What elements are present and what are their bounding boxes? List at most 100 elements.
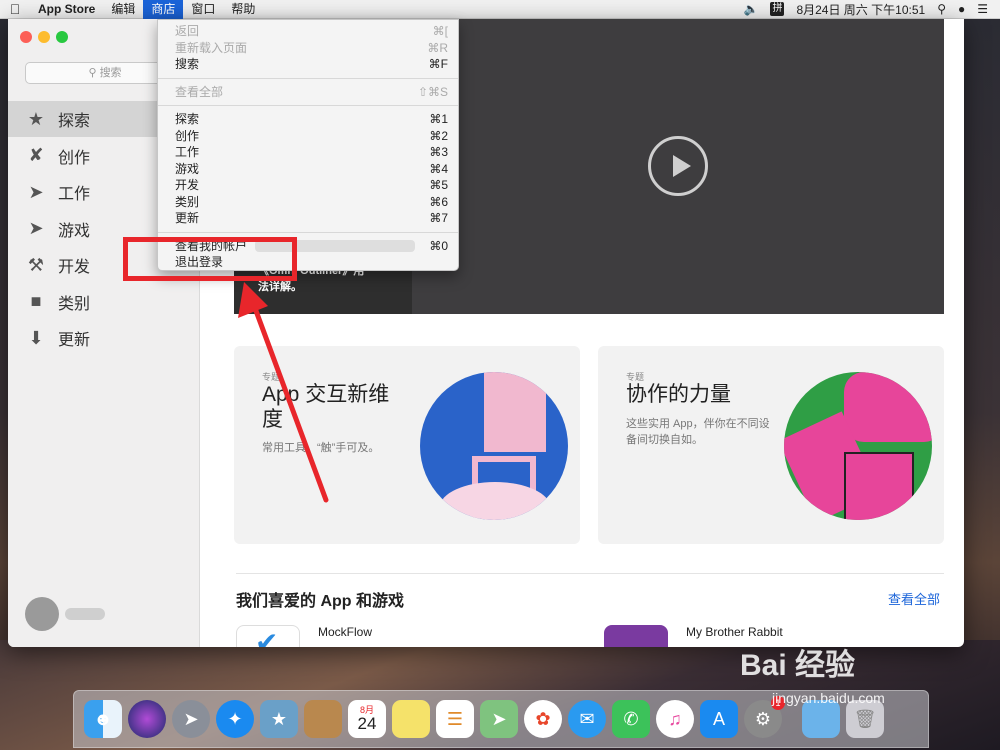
menu-item-categories[interactable]: 类别 ⌘6 — [158, 194, 458, 211]
stack-icon: ■ — [30, 291, 42, 311]
menu-item-label: 返回 — [175, 24, 200, 38]
card-title: 协作的力量 — [626, 383, 731, 406]
hero-text-line: 法详解。 — [258, 281, 302, 293]
itunes-icon[interactable]: ♫ — [656, 700, 694, 738]
menu-item-back[interactable]: 返回 ⌘[ — [158, 23, 458, 40]
see-all-link[interactable]: 查看全部 — [888, 589, 940, 608]
account-name-blurred — [65, 608, 105, 620]
menu-item-shortcut: ⌘5 — [429, 178, 448, 192]
input-method-icon[interactable]: 拼 — [770, 2, 785, 16]
feature-card-touch[interactable]: 专题 App 交互新维度 常用工具，“触”手可及。 — [234, 346, 580, 544]
sidebar-item-categories[interactable]: ■ 类别 — [8, 284, 200, 320]
calendar-icon[interactable]: 8月 24 — [348, 700, 386, 738]
sidebar-item-label: 开发 — [58, 259, 91, 276]
sidebar-item-label: 工作 — [58, 186, 91, 203]
menu-item-explore[interactable]: 探索 ⌘1 — [158, 111, 458, 128]
clock[interactable]: 8月24日 周六 下午10:51 — [796, 1, 925, 18]
account-profile[interactable] — [25, 597, 105, 631]
download-icon: ⬇ — [28, 327, 44, 348]
sidebar-item-label: 探索 — [58, 113, 91, 130]
menu-store[interactable]: 商店 — [143, 0, 184, 19]
menu-item-develop[interactable]: 开发 ⌘5 — [158, 177, 458, 194]
preview-icon[interactable]: ★ — [260, 700, 298, 738]
menu-item-shortcut: ⌘3 — [429, 145, 448, 159]
menu-item-label: 工作 — [175, 145, 200, 159]
feature-card-collaboration[interactable]: 专题 协作的力量 这些实用 App，伴你在不同设备间切换自如。 — [598, 346, 944, 544]
menu-item-label: 类别 — [175, 194, 200, 209]
notes-book-icon[interactable] — [304, 700, 342, 738]
card-subtitle: 常用工具，“触”手可及。 — [262, 442, 380, 454]
siri-icon[interactable] — [128, 700, 166, 738]
menu-item-label: 搜索 — [175, 57, 200, 71]
menu-bar:  App Store 编辑 商店 窗口 帮助 🔈 拼 8月24日 周六 下午1… — [0, 0, 1000, 19]
stickies-icon[interactable] — [392, 700, 430, 738]
menu-item-shortcut: ⌘R — [427, 40, 448, 55]
user-icon[interactable]: ● — [958, 2, 965, 16]
menu-item-shortcut: ⌘4 — [429, 161, 448, 176]
menu-item-shortcut: ⌘0 — [429, 238, 448, 253]
spotlight-icon[interactable]: ⚲ — [937, 2, 946, 16]
menu-item-shortcut: ⇧⌘S — [417, 84, 448, 99]
menu-extras: 🔈 拼 8月24日 周六 下午10:51 ⚲ ● ☰ — [744, 1, 1000, 18]
maps-icon[interactable]: ➤ — [480, 700, 518, 738]
app-name: MockFlow — [318, 625, 373, 639]
card-title: App 交互新维度 — [262, 383, 390, 431]
appstore-icon[interactable]: A — [700, 700, 738, 738]
menu-item-updates[interactable]: 更新 ⌘7 — [158, 210, 458, 227]
app-list-item[interactable]: ✔ MockFlow — [236, 625, 372, 647]
play-icon[interactable] — [648, 136, 708, 196]
menu-separator — [158, 77, 458, 79]
window-controls — [20, 31, 68, 43]
avatar[interactable] — [25, 597, 59, 631]
menu-item-label: 重新载入页面 — [175, 40, 248, 55]
notification-center-icon[interactable]: ☰ — [977, 2, 988, 16]
card-subtitle: 这些实用 App，伴你在不同设备间切换自如。 — [626, 418, 770, 446]
menu-item-search[interactable]: 搜索 ⌘F — [158, 56, 458, 73]
menu-item-shortcut: ⌘6 — [429, 194, 448, 209]
app-store-window: ⚲ 搜索 ★ 探索 ✘ 创作 ➤ 工作 ➤ 游戏 ⚒ 开发 ■ 类别 ⬇ 更新 … — [8, 19, 964, 647]
menu-separator — [158, 231, 458, 233]
menu-help[interactable]: 帮助 — [223, 0, 263, 19]
menu-item-see-all[interactable]: 查看全部 ⇧⌘S — [158, 84, 458, 101]
messages-icon[interactable]: ✉ — [568, 700, 606, 738]
menu-item-create[interactable]: 创作 ⌘2 — [158, 128, 458, 145]
menu-item-reload[interactable]: 重新载入页面 ⌘R — [158, 40, 458, 57]
reminders-icon[interactable]: ☰ — [436, 700, 474, 738]
menu-item-label: 更新 — [175, 211, 200, 225]
card-illustration-devices — [784, 372, 932, 520]
close-button[interactable] — [20, 31, 32, 43]
search-icon: ⚲ — [88, 67, 97, 79]
launchpad-icon[interactable]: ➤ — [172, 700, 210, 738]
sidebar-item-label: 类别 — [58, 295, 91, 313]
menu-item-games[interactable]: 游戏 ⌘4 — [158, 161, 458, 178]
menu-item-label: 创作 — [175, 128, 200, 143]
apple-logo-icon[interactable]:  — [0, 1, 30, 17]
section-divider — [236, 573, 944, 574]
watermark-url: jingyan.baidu.com — [772, 690, 885, 706]
menu-app-store[interactable]: App Store — [30, 0, 103, 19]
menu-item-label: 开发 — [175, 178, 200, 192]
card-illustration-music — [420, 372, 568, 520]
photos-icon[interactable]: ✿ — [524, 700, 562, 738]
sidebar-item-label: 创作 — [58, 149, 91, 167]
facetime-icon[interactable]: ✆ — [612, 700, 650, 738]
my-brother-rabbit-app-icon — [604, 625, 668, 647]
menu-window[interactable]: 窗口 — [183, 0, 223, 19]
paper-plane-icon: ➤ — [28, 181, 44, 202]
mockflow-app-icon: ✔ — [236, 625, 300, 647]
sidebar-item-label: 更新 — [58, 332, 91, 349]
menu-separator — [158, 105, 458, 106]
safari-icon[interactable]: ✦ — [216, 700, 254, 738]
star-icon: ★ — [27, 108, 45, 129]
menu-edit[interactable]: 编辑 — [103, 0, 143, 19]
finder-icon[interactable]: ☻ — [84, 700, 122, 738]
minimize-button[interactable] — [38, 31, 50, 43]
sidebar-item-updates[interactable]: ⬇ 更新 — [8, 320, 200, 356]
hammer-brush-icon: ✘ — [28, 145, 44, 165]
volume-icon[interactable]: 🔈 — [744, 2, 759, 16]
menu-item-work[interactable]: 工作 ⌘3 — [158, 144, 458, 161]
zoom-button[interactable] — [56, 31, 68, 43]
annotation-highlight-box — [123, 237, 297, 281]
menu-item-shortcut: ⌘[ — [432, 24, 448, 38]
menu-item-shortcut: ⌘7 — [429, 211, 448, 225]
